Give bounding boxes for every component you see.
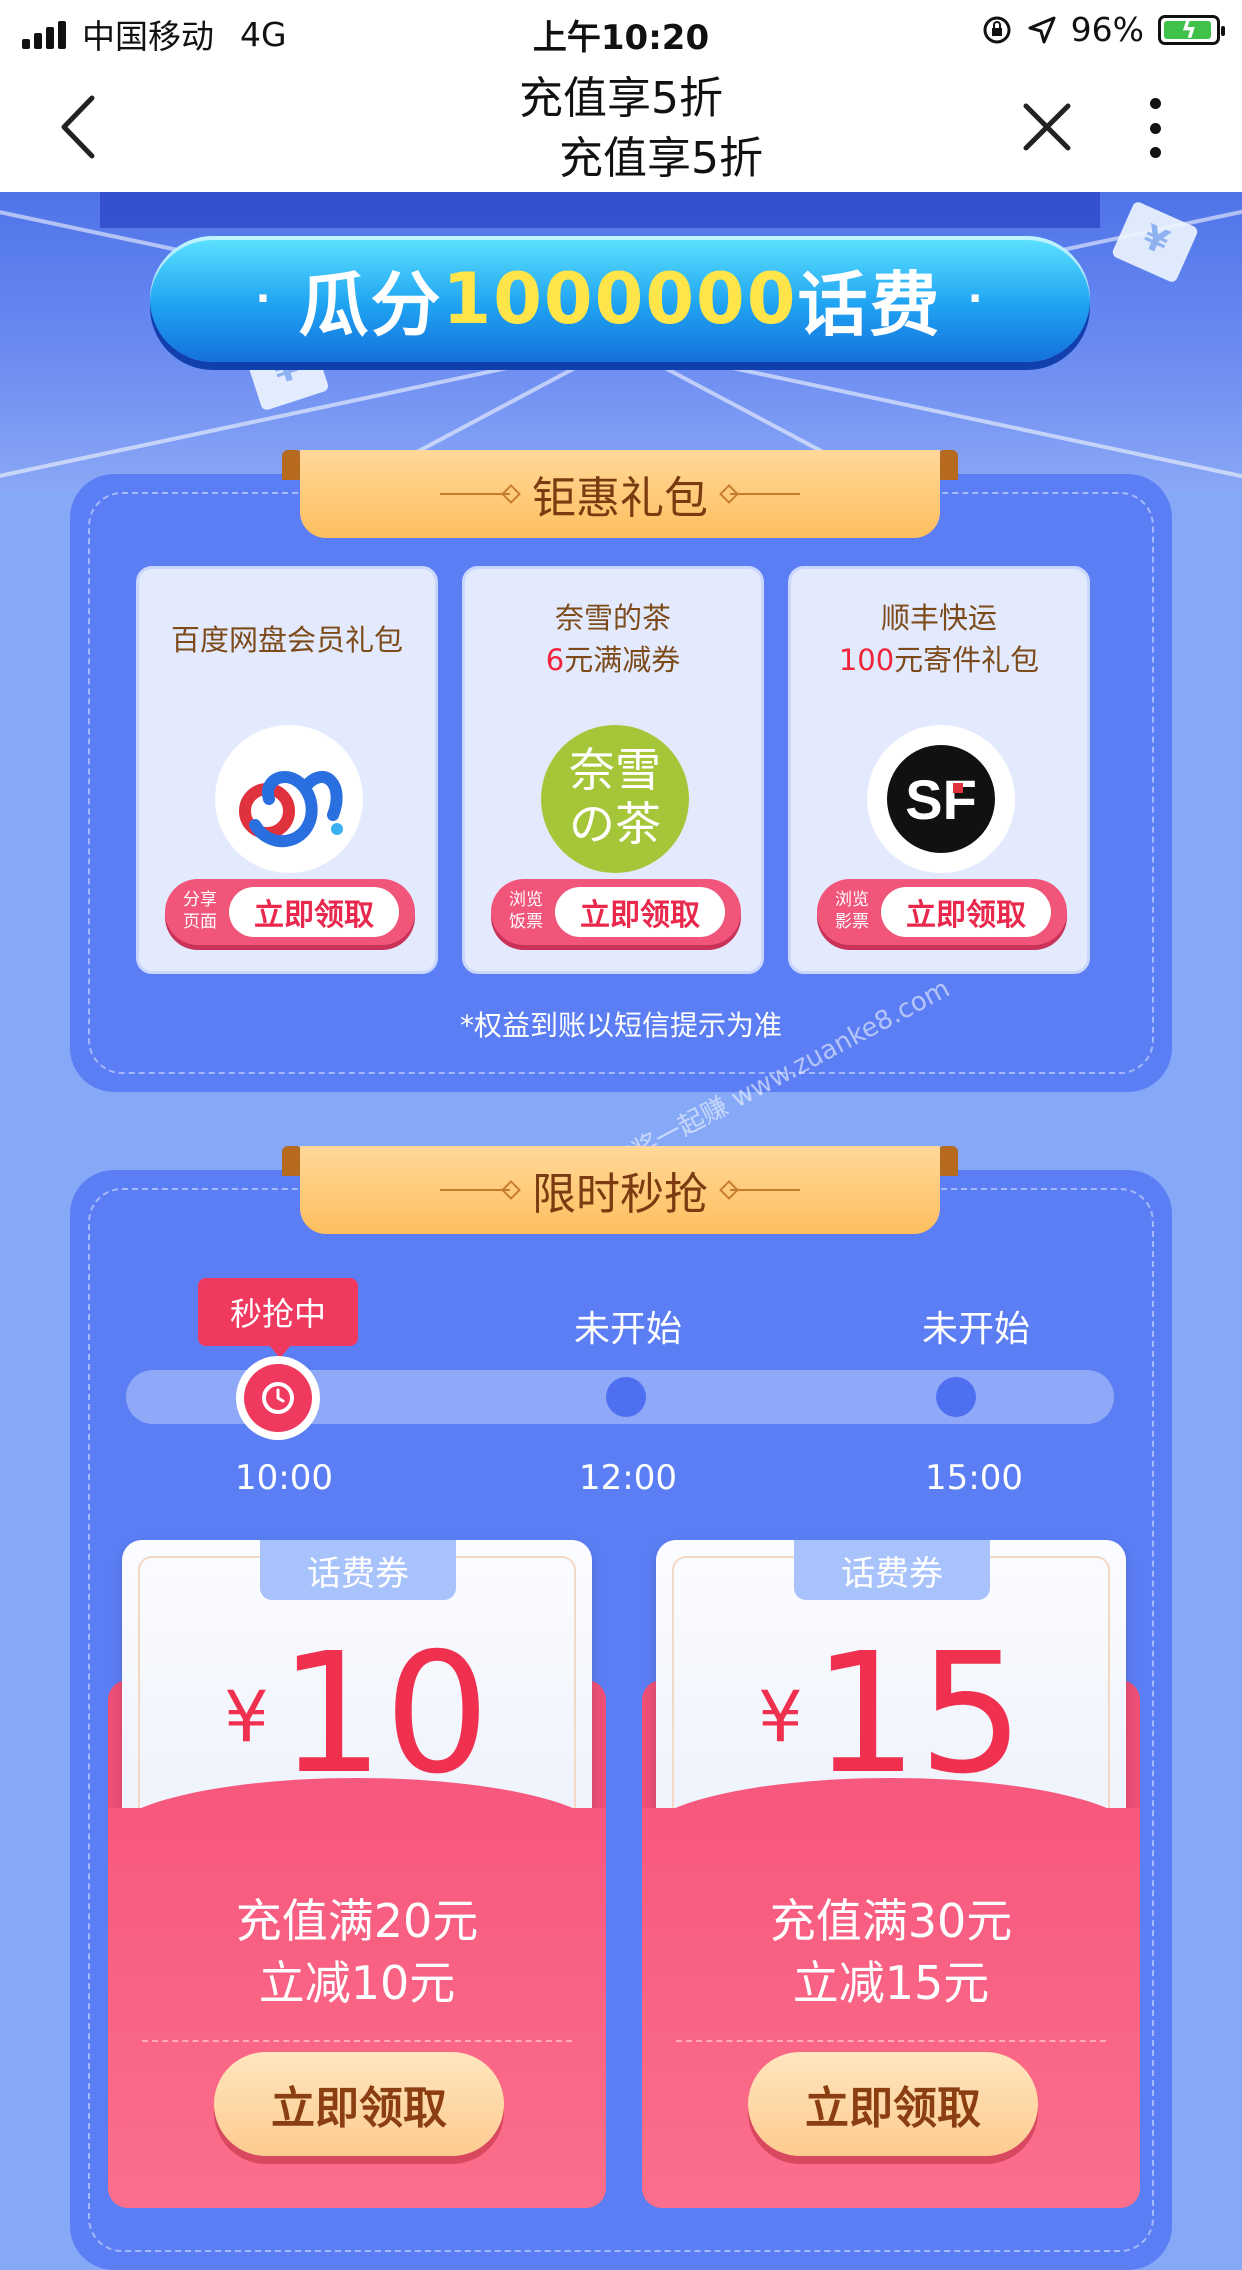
battery-percent: 96% <box>1070 10 1144 49</box>
gift-card-sf[interactable]: 顺丰快运 100元寄件礼包 SF 浏览影票 立即领取 <box>788 566 1090 974</box>
gift-claim-button[interactable]: 分享页面 立即领取 <box>165 879 415 945</box>
coupon-amount: ¥15 <box>758 1618 1024 1811</box>
phone-bill-coupon-15[interactable]: 话费券 ¥15 充值满30元 立减15元 立即领取 <box>642 1540 1140 2208</box>
slot-status-12: 未开始 <box>573 1309 682 1350</box>
slogan-suffix: 话费 <box>797 263 942 346</box>
baidu-netdisk-logo-icon <box>215 725 363 873</box>
claim-coupon-button[interactable]: 立即领取 <box>214 2052 504 2156</box>
claim-coupon-button[interactable]: 立即领取 <box>748 2052 1038 2156</box>
status-right: 96% ϟ <box>981 10 1225 49</box>
gift-disclaimer: *权益到账以短信提示为准 <box>459 1009 782 1042</box>
phone-bill-coupon-10[interactable]: 话费券 ¥10 充值满20元 立减10元 立即领取 <box>108 1540 606 2208</box>
timeline-dot-15[interactable] <box>936 1377 976 1417</box>
close-icon[interactable] <box>1020 100 1074 154</box>
gift-section-ribbon: 钜惠礼包 <box>282 450 958 538</box>
gift-card-title: 奈雪的茶 <box>554 601 671 635</box>
nayuki-tea-logo-icon: 奈雪の茶 <box>541 725 689 873</box>
status-bar: 中国移动 4G 上午10:20 96% ϟ <box>0 0 1242 62</box>
timeline-dot-12[interactable] <box>606 1377 646 1417</box>
alarm-clock-icon[interactable] <box>236 1356 320 1440</box>
gift-claim-button[interactable]: 浏览影票 立即领取 <box>817 879 1067 945</box>
gift-card-nayuki[interactable]: 奈雪的茶 6元满减券 奈雪の茶 浏览饭票 立即领取 <box>462 566 764 974</box>
gift-claim-button[interactable]: 浏览饭票 立即领取 <box>491 879 741 945</box>
orientation-lock-icon <box>983 16 1011 43</box>
hero-slogan-banner: · 瓜分 1000000 话费 · <box>150 236 1090 362</box>
slot-time-15: 15:00 <box>925 1458 1023 1498</box>
slogan-number: 1000000 <box>442 258 798 340</box>
hero-banner-area: ¥ ¥ · 瓜分 1000000 话费 · <box>0 192 1242 492</box>
slot-time-10: 10:00 <box>235 1458 333 1498</box>
battery-icon: ϟ <box>1158 14 1225 45</box>
sf-express-logo-icon: SF <box>867 725 1015 873</box>
flash-section-ribbon: 限时秒抢 <box>282 1146 958 1234</box>
hero-top-strip <box>100 192 1100 228</box>
slot-time-12: 12:00 <box>579 1458 677 1498</box>
gift-card-subtitle: 6元满减券 <box>545 643 681 677</box>
coupon-condition: 充值满20元 立减10元 <box>235 1894 479 2010</box>
active-slot-badge: 秒抢中 <box>198 1278 358 1358</box>
coupon-tag: 话费券 <box>260 1540 456 1600</box>
gift-card-subtitle: 100元寄件礼包 <box>838 643 1040 677</box>
coupon-amount: ¥10 <box>224 1618 490 1811</box>
coupon-condition: 充值满30元 立减15元 <box>769 1894 1013 2010</box>
flash-section-title: 限时秒抢 <box>532 1169 708 1220</box>
coupon-tag: 话费券 <box>794 1540 990 1600</box>
gift-section-title: 钜惠礼包 <box>532 473 708 524</box>
gift-card-title: 顺丰快运 <box>880 601 997 635</box>
gift-card-baidu[interactable]: 百度网盘会员礼包 分享页面 立即领取 <box>136 566 438 974</box>
gift-card-title: 百度网盘会员礼包 <box>170 623 403 657</box>
nav-bar: 充值享5折 充值享5折 <box>0 62 1242 192</box>
location-arrow-icon <box>1028 16 1056 43</box>
slogan-prefix: 瓜分 <box>298 263 443 346</box>
more-options-icon[interactable] <box>1140 98 1170 158</box>
slot-status-15: 未开始 <box>921 1309 1030 1350</box>
flying-bill-icon: ¥ <box>1110 200 1200 284</box>
